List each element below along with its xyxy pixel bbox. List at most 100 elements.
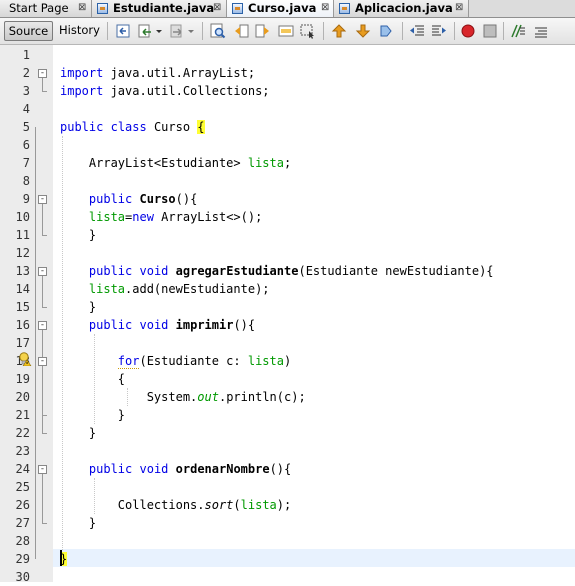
back-icon[interactable] [137,23,153,39]
fold-toggle-icon[interactable]: - [38,321,47,330]
code-token: (){ [233,318,256,332]
code-line: public Curso(){ [60,190,197,208]
line-number: 1 [22,48,30,62]
code-token: import [60,84,104,98]
code-token: ); [276,498,292,512]
code-token: ) [283,354,292,368]
text-caret [60,550,62,566]
toggle-highlight-icon[interactable] [300,23,316,39]
dropdown-arrow-icon[interactable] [187,23,195,39]
find-next-icon[interactable] [255,23,271,39]
code-token: (Estudiante c: [139,354,248,368]
line-number: 7 [22,156,30,170]
toolbar-separator [202,22,203,40]
code-line: import java.util.Collections; [60,82,270,100]
editor-toolbar: Source History [0,18,575,45]
close-icon[interactable]: ⊠ [455,0,463,16]
code-line: public void imprimir(){ [60,316,255,334]
line-number: 3 [22,84,30,98]
tab-label: Estudiante.java [113,1,215,15]
fold-toggle-icon[interactable]: - [38,267,47,276]
previous-bookmark-icon[interactable] [331,23,347,39]
tab-estudiante-java[interactable]: Estudiante.java ⊠ [92,0,227,17]
source-button[interactable]: Source [4,21,53,41]
code-token: lista [247,156,284,170]
code-line: } [60,298,96,316]
fold-toggle-icon[interactable]: - [38,465,47,474]
find-icon[interactable] [210,23,226,39]
code-line: lista=new ArrayList<>(); [60,208,262,226]
find-selection-icon[interactable] [278,23,294,39]
line-number-gutter: 1234567891011121314151617181920212223242… [0,45,53,584]
fold-end [42,433,47,434]
uncomment-icon[interactable] [533,23,549,39]
code-token: } [60,516,97,530]
lightbulb-warning-icon[interactable] [18,352,32,366]
code-token: ArrayList<Estudiante> [60,156,248,170]
history-button[interactable]: History [57,21,102,41]
code-token: .println(c); [218,390,306,404]
line-number: 13 [15,264,30,278]
comment-icon[interactable] [510,23,526,39]
fold-line [42,276,43,307]
dropdown-arrow-icon[interactable] [155,23,163,39]
class-fold-line [35,127,36,559]
start-macro-icon[interactable] [460,23,476,39]
java-file-icon [232,3,243,14]
code-line: public void ordenarNombre(){ [60,460,291,478]
find-previous-icon[interactable] [233,23,249,39]
toggle-bookmark-icon[interactable] [378,23,394,39]
code-token: System. [60,390,198,404]
tab-aplicacion-java[interactable]: Aplicacion.java ⊠ [334,0,469,17]
code-editor[interactable]: 1234567891011121314151617181920212223242… [0,45,575,584]
line-number: 21 [15,408,30,422]
close-icon[interactable]: ⊠ [321,0,329,16]
code-token: public [88,192,133,206]
tab-label: Curso.java [248,1,317,15]
line-number: 26 [15,498,30,512]
code-token: agregarEstudiante [175,264,299,278]
code-line: { [60,370,125,388]
shift-right-icon[interactable] [431,23,447,39]
code-token: out [197,390,219,404]
tab-start-page[interactable]: Start Page ⊠ [0,0,92,17]
fold-toggle-icon[interactable]: - [38,69,47,78]
line-number: 6 [22,138,30,152]
shift-left-icon[interactable] [409,23,425,39]
line-number: 23 [15,444,30,458]
code-token: for [117,354,140,369]
fold-toggle-icon[interactable]: - [38,195,47,204]
code-token: ( [233,498,241,512]
code-token: void [139,264,169,278]
line-number: 28 [15,534,30,548]
fold-toggle-icon[interactable]: - [38,357,47,366]
tab-curso-java[interactable]: Curso.java ⊠ [227,0,334,17]
line-number: 12 [15,246,30,260]
code-token: Collections. [60,498,205,512]
line-number: 5 [22,120,30,134]
last-edit-icon[interactable] [115,23,131,39]
stop-macro-icon[interactable] [482,23,498,39]
code-line: public void agregarEstudiante(Estudiante… [60,262,494,280]
line-number: 20 [15,390,30,404]
code-token: public [60,120,104,134]
code-line: System.out.println(c); [60,388,306,406]
code-token: ArrayList<>(); [153,210,263,224]
code-token: import [60,66,104,80]
code-token: class [110,120,147,134]
line-number: 30 [15,570,30,584]
next-bookmark-icon[interactable] [355,23,371,39]
close-icon[interactable]: ⊠ [78,0,86,16]
close-icon[interactable]: ⊠ [213,0,221,16]
code-token: } [60,228,97,242]
line-number: 16 [15,318,30,332]
forward-icon[interactable] [169,23,185,39]
